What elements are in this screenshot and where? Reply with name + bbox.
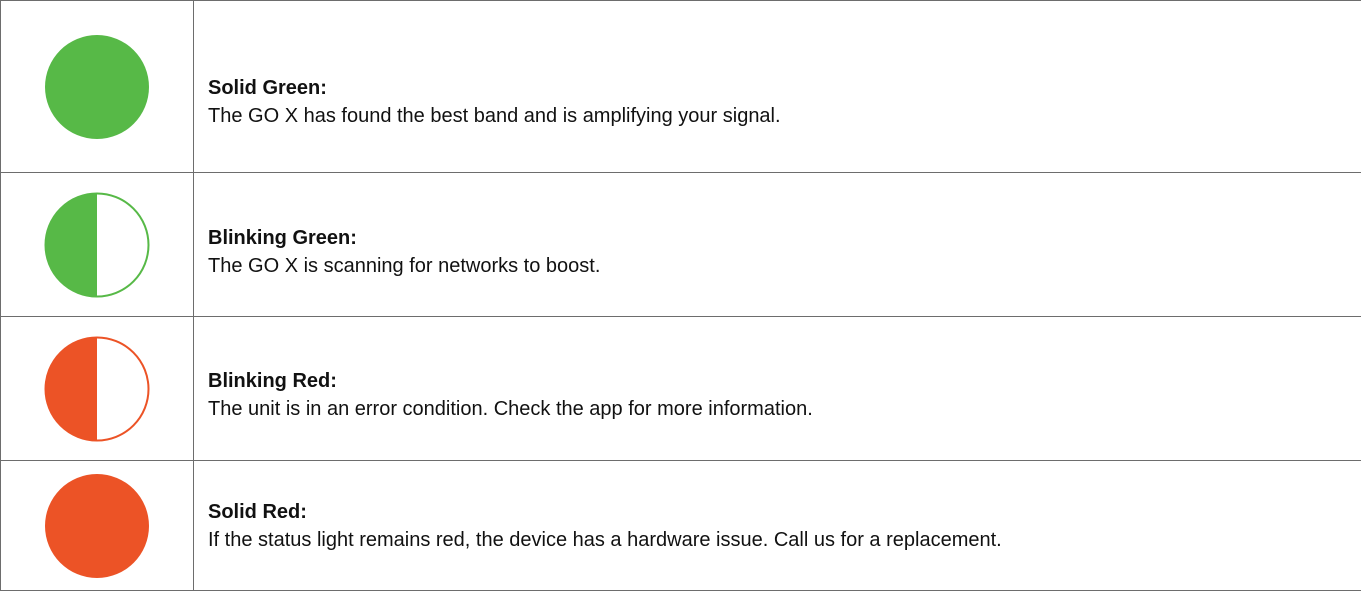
icon-cell bbox=[1, 461, 194, 591]
table-row: Blinking Green: The GO X is scanning for… bbox=[1, 173, 1361, 317]
status-description: The GO X is scanning for networks to boo… bbox=[208, 252, 1361, 280]
text-cell: Blinking Green: The GO X is scanning for… bbox=[194, 173, 1361, 317]
icon-cell bbox=[1, 317, 194, 461]
blinking-green-circle-icon bbox=[44, 192, 150, 298]
table-row: Solid Green: The GO X has found the best… bbox=[1, 1, 1361, 173]
status-description: The unit is in an error condition. Check… bbox=[208, 395, 1361, 423]
blinking-red-circle-icon bbox=[44, 336, 150, 442]
status-title: Blinking Red: bbox=[208, 367, 1361, 395]
text-cell: Solid Green: The GO X has found the best… bbox=[194, 1, 1361, 173]
status-light-table: Solid Green: The GO X has found the best… bbox=[0, 0, 1361, 591]
text-cell: Solid Red: If the status light remains r… bbox=[194, 461, 1361, 591]
text-cell: Blinking Red: The unit is in an error co… bbox=[194, 317, 1361, 461]
status-description: If the status light remains red, the dev… bbox=[208, 526, 1361, 554]
status-title: Solid Red: bbox=[208, 498, 1361, 526]
solid-red-circle-icon bbox=[44, 473, 150, 579]
status-title: Solid Green: bbox=[208, 74, 1361, 102]
solid-green-circle-icon bbox=[44, 34, 150, 140]
status-description: The GO X has found the best band and is … bbox=[208, 102, 1361, 130]
icon-cell bbox=[1, 173, 194, 317]
status-title: Blinking Green: bbox=[208, 224, 1361, 252]
table-row: Solid Red: If the status light remains r… bbox=[1, 461, 1361, 591]
table-row: Blinking Red: The unit is in an error co… bbox=[1, 317, 1361, 461]
icon-cell bbox=[1, 1, 194, 173]
